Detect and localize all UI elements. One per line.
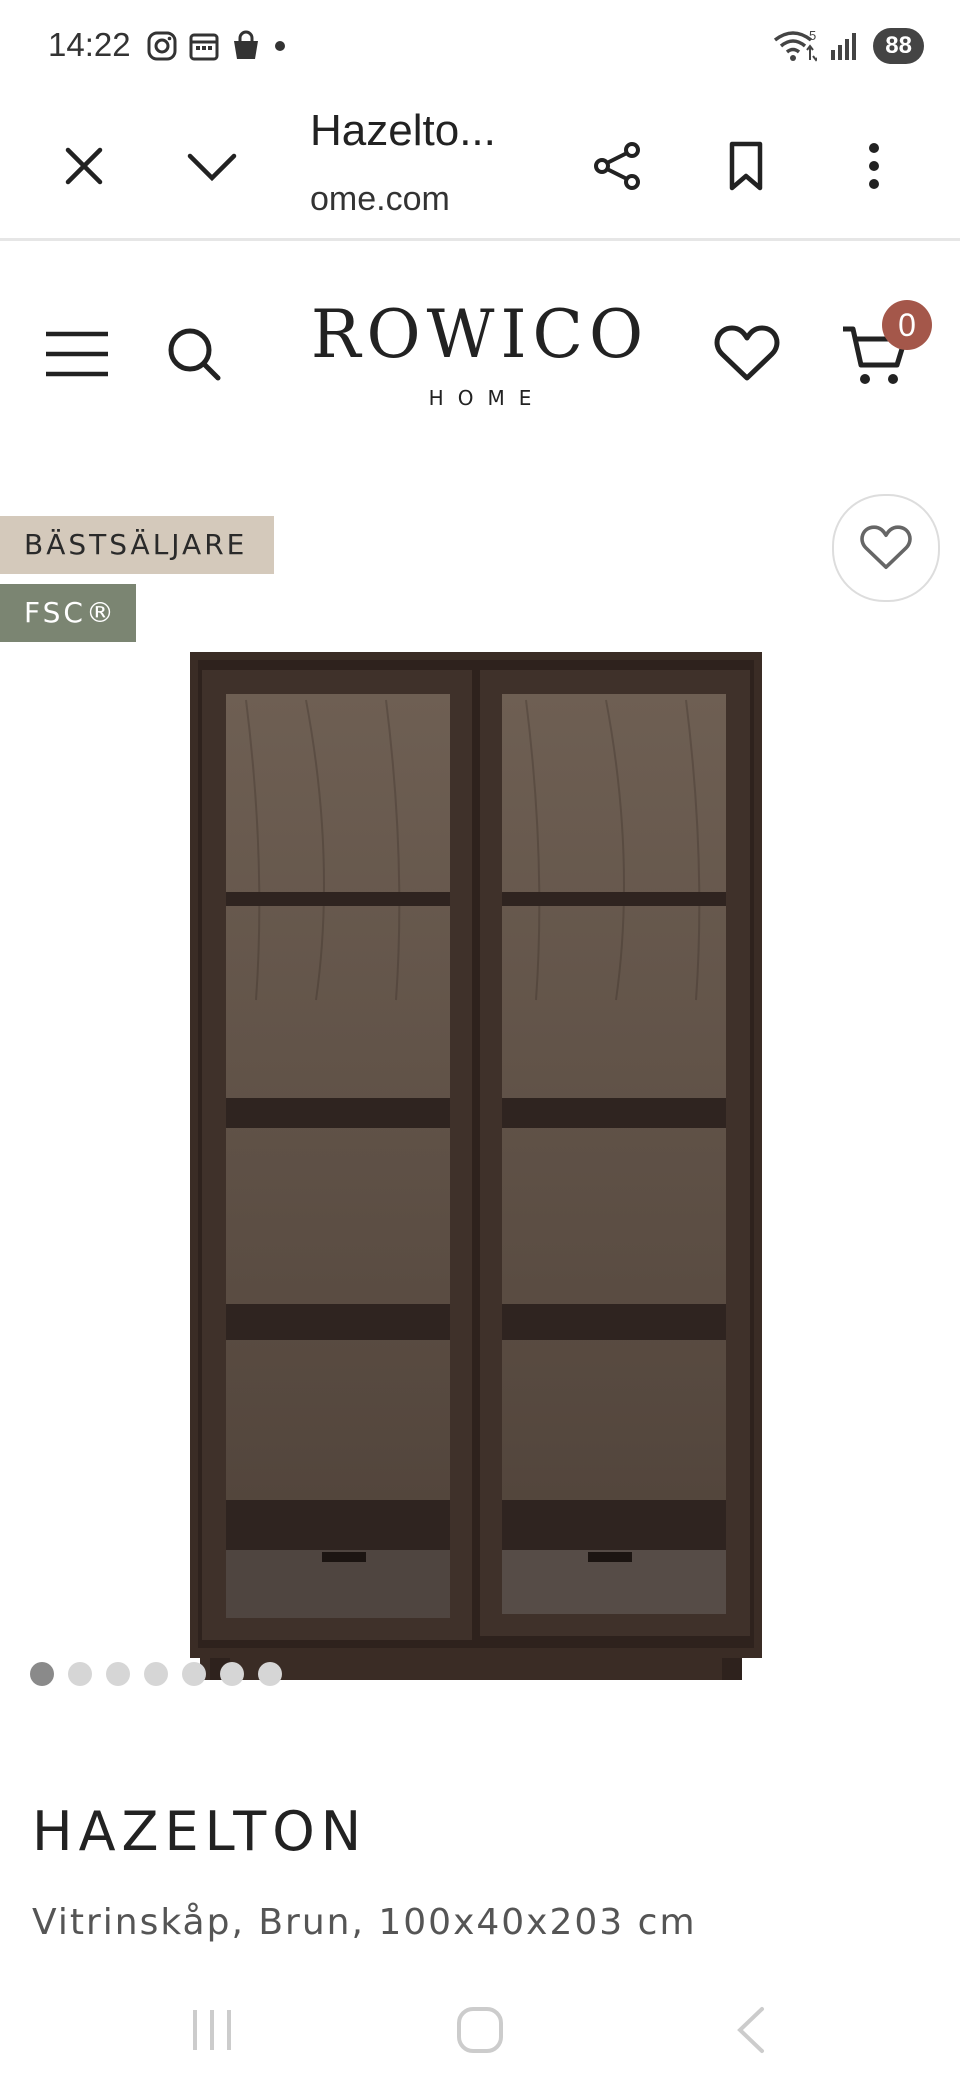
back-icon [737, 2007, 764, 2053]
share-icon [594, 142, 640, 190]
site-header: ROWICO HOME [0, 240, 960, 440]
home-button[interactable] [440, 1998, 520, 2062]
system-icons: 5 88 [773, 28, 924, 64]
custom-tab-toolbar: Hazelto... ome.com [0, 96, 960, 241]
back-button[interactable] [710, 1998, 790, 2062]
gallery-dot[interactable] [144, 1662, 168, 1686]
status-time: 14:22 [48, 26, 131, 63]
instagram-icon [147, 31, 177, 61]
chevron-down-icon [187, 153, 237, 182]
bestseller-badge: BÄSTSÄLJARE [0, 516, 274, 574]
bookmark-button[interactable] [714, 134, 778, 198]
bookmark-icon [729, 141, 763, 191]
cart-count-badge: 0 [882, 300, 932, 350]
recent-apps-button[interactable] [172, 1998, 252, 2062]
gallery-dot[interactable] [220, 1662, 244, 1686]
page-url[interactable]: ome.com [310, 180, 450, 219]
close-tab-button[interactable] [52, 134, 116, 198]
signal-icon [831, 33, 857, 60]
product-description: Vitrinskåp, Brun, 100x40x203 cm [32, 1902, 697, 1943]
product-gallery[interactable]: BÄSTSÄLJARE FSC® [0, 470, 960, 1710]
home-icon [457, 2007, 503, 2053]
gallery-dot[interactable] [182, 1662, 206, 1686]
recent-apps-icon [193, 2010, 231, 2050]
product-image[interactable] [186, 560, 766, 1680]
share-button[interactable] [586, 134, 650, 198]
notification-icons [146, 30, 288, 62]
gallery-pagination [30, 1662, 282, 1686]
status-bar: 14:22 5 88 [0, 0, 960, 96]
more-options-button[interactable] [842, 134, 906, 198]
add-to-wishlist-button[interactable] [832, 494, 940, 602]
gallery-dot[interactable] [68, 1662, 92, 1686]
calendar-icon [189, 33, 219, 61]
heart-icon [714, 325, 780, 381]
fsc-badge: FSC® [0, 584, 136, 642]
wifi-badge: 5 [809, 28, 816, 43]
heart-icon [860, 525, 912, 569]
close-icon [65, 147, 103, 185]
site-logo-sub: HOME [428, 386, 546, 410]
minimize-tab-button[interactable] [180, 134, 244, 198]
gallery-dot[interactable] [30, 1662, 54, 1686]
shopping-bag-icon [234, 30, 258, 59]
wishlist-header-button[interactable] [712, 322, 782, 386]
product-name: HAZELTON [32, 1800, 368, 1863]
site-logo[interactable]: ROWICO [0, 296, 960, 373]
battery-indicator: 88 [873, 28, 924, 64]
page-title: Hazelto... [310, 106, 496, 155]
system-nav-bar [0, 1980, 960, 2080]
gallery-dot[interactable] [106, 1662, 130, 1686]
wifi-icon: 5 [774, 28, 818, 62]
more-vertical-icon [869, 143, 879, 189]
dot-icon [275, 41, 285, 51]
gallery-dot[interactable] [258, 1662, 282, 1686]
